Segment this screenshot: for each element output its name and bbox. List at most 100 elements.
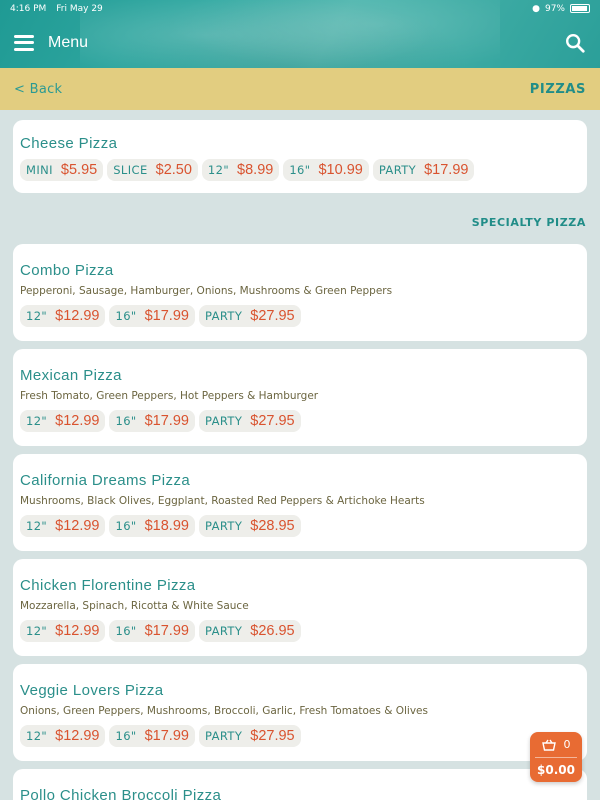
cart-count: 0	[563, 738, 571, 751]
top-nav: Menu	[0, 17, 600, 68]
price-option[interactable]: 16" $17.99	[109, 305, 195, 327]
price-value: $10.99	[318, 162, 363, 178]
size-label: 16"	[289, 163, 311, 177]
item-description: Mushrooms, Black Olives, Eggplant, Roast…	[20, 495, 425, 507]
price-value: $8.99	[237, 162, 274, 178]
price-value: $26.95	[250, 623, 295, 639]
size-label: PARTY	[204, 729, 243, 743]
price-value: $28.95	[250, 518, 295, 534]
price-option[interactable]: 16" $17.99	[109, 725, 195, 747]
item-title: Chicken Florentine Pizza	[20, 577, 196, 594]
menu-item-card[interactable]: Combo Pizza Pepperoni, Sausage, Hamburge…	[13, 244, 587, 341]
price-options: 12" $12.99 16" $17.99 PARTY $27.95	[20, 725, 580, 747]
price-option[interactable]: 16" $10.99	[283, 159, 369, 181]
item-title: Pollo Chicken Broccoli Pizza	[20, 787, 222, 800]
price-value: $18.99	[144, 518, 189, 534]
menu-list: Cheese Pizza MINI $5.95 SLICE $2.50 12" $8.…	[0, 110, 600, 800]
price-option[interactable]: 12" $12.99	[20, 410, 106, 432]
size-label: 12"	[26, 624, 48, 638]
price-option[interactable]: 16" $17.99	[109, 410, 195, 432]
size-label: PARTY	[378, 163, 417, 177]
size-label: 12"	[26, 519, 48, 533]
price-options: 12" $12.99 16" $17.99 PARTY $26.95	[20, 620, 580, 642]
size-label: SLICE	[113, 163, 148, 177]
price-options: 12" $12.99 16" $18.99 PARTY $28.95	[20, 515, 580, 537]
size-label: 12"	[26, 729, 48, 743]
size-label: 16"	[115, 519, 137, 533]
price-option[interactable]: 16" $17.99	[109, 620, 195, 642]
item-title: Veggie Lovers Pizza	[20, 682, 164, 699]
specialty-heading: SPECIALTY PIZZA	[471, 216, 586, 229]
price-value: $17.99	[144, 413, 189, 429]
price-option[interactable]: PARTY $17.99	[372, 159, 475, 181]
size-label: 12"	[26, 414, 48, 428]
item-description: Mozzarella, Spinach, Ricotta & White Sau…	[20, 600, 249, 612]
price-value: $12.99	[55, 728, 100, 744]
price-option[interactable]: 12" $12.99	[20, 725, 106, 747]
item-description: Onions, Green Peppers, Mushrooms, Brocco…	[20, 705, 428, 717]
back-button[interactable]: < Back	[14, 82, 62, 97]
status-bar: 4:16 PM Fri May 29 ● 97%	[0, 0, 600, 17]
search-icon[interactable]	[564, 32, 586, 54]
menu-item-card[interactable]: Veggie Lovers Pizza Onions, Green Pepper…	[13, 664, 587, 761]
item-title: California Dreams Pizza	[20, 472, 191, 489]
cart-button[interactable]: 0 $0.00	[530, 732, 582, 782]
price-option[interactable]: PARTY $28.95	[198, 515, 301, 537]
price-option[interactable]: PARTY $27.95	[198, 725, 301, 747]
price-value: $12.99	[55, 308, 100, 324]
price-value: $12.99	[55, 518, 100, 534]
menu-item-card[interactable]: Chicken Florentine Pizza Mozzarella, Spi…	[13, 559, 587, 656]
menu-item-card[interactable]: California Dreams Pizza Mushrooms, Black…	[13, 454, 587, 551]
size-label: PARTY	[204, 414, 243, 428]
battery-percent: 97%	[544, 3, 565, 14]
item-title: Cheese Pizza	[20, 135, 118, 152]
price-value: $17.99	[424, 162, 469, 178]
status-time: 4:16 PM	[10, 3, 47, 14]
price-options: 12" $12.99 16" $17.99 PARTY $27.95	[20, 410, 580, 432]
item-description: Fresh Tomato, Green Peppers, Hot Peppers…	[20, 390, 319, 402]
item-title: Mexican Pizza	[20, 367, 122, 384]
price-value: $27.95	[250, 413, 295, 429]
size-label: PARTY	[204, 309, 243, 323]
menu-item-card: Cheese Pizza MINI $5.95 SLICE $2.50 12" $8.…	[13, 120, 587, 193]
price-option[interactable]: 12" $8.99	[201, 159, 280, 181]
price-options: 12" $12.99 16" $17.99 PARTY $27.95	[20, 305, 580, 327]
price-option[interactable]: 12" $12.99	[20, 515, 106, 537]
menu-item-card[interactable]: Mexican Pizza Fresh Tomato, Green Pepper…	[13, 349, 587, 446]
price-value: $27.95	[250, 308, 295, 324]
price-value: $12.99	[55, 623, 100, 639]
nav-title[interactable]: Menu	[48, 34, 88, 52]
cart-total: $0.00	[537, 763, 575, 777]
price-option[interactable]: 12" $12.99	[20, 305, 106, 327]
size-label: PARTY	[204, 519, 243, 533]
price-option[interactable]: MINI $5.95	[20, 159, 104, 181]
price-value: $17.99	[144, 308, 189, 324]
size-label: 16"	[115, 414, 137, 428]
item-description: Pepperoni, Sausage, Hamburger, Onions, M…	[20, 285, 393, 297]
price-option[interactable]: 12" $12.99	[20, 620, 106, 642]
status-date: Fri May 29	[56, 3, 103, 14]
price-value: $27.95	[250, 728, 295, 744]
price-value: $2.50	[155, 162, 192, 178]
size-label: 12"	[26, 309, 48, 323]
price-value: $5.95	[60, 162, 98, 178]
price-option[interactable]: PARTY $26.95	[198, 620, 301, 642]
size-label: 12"	[207, 163, 230, 177]
battery-icon	[570, 4, 590, 13]
wifi-icon: ●	[532, 3, 540, 14]
size-label: 16"	[115, 624, 137, 638]
price-options: MINI $5.95 SLICE $2.50 12" $8.99 16" $10.99 …	[20, 159, 580, 181]
menu-item-card[interactable]: Pollo Chicken Broccoli Pizza	[13, 769, 587, 800]
price-value: $17.99	[144, 728, 189, 744]
price-option[interactable]: SLICE $2.50	[107, 159, 198, 181]
size-label: 16"	[115, 309, 137, 323]
price-option[interactable]: 16" $18.99	[109, 515, 195, 537]
hamburger-menu-icon[interactable]	[14, 34, 34, 51]
category-bar: < Back PIZZAS	[0, 68, 600, 110]
price-option[interactable]: PARTY $27.95	[198, 305, 301, 327]
section-title: PIZZAS	[529, 81, 586, 97]
basket-icon	[541, 739, 556, 751]
size-label: MINI	[26, 163, 53, 177]
size-label: PARTY	[204, 624, 243, 638]
price-option[interactable]: PARTY $27.95	[198, 410, 301, 432]
